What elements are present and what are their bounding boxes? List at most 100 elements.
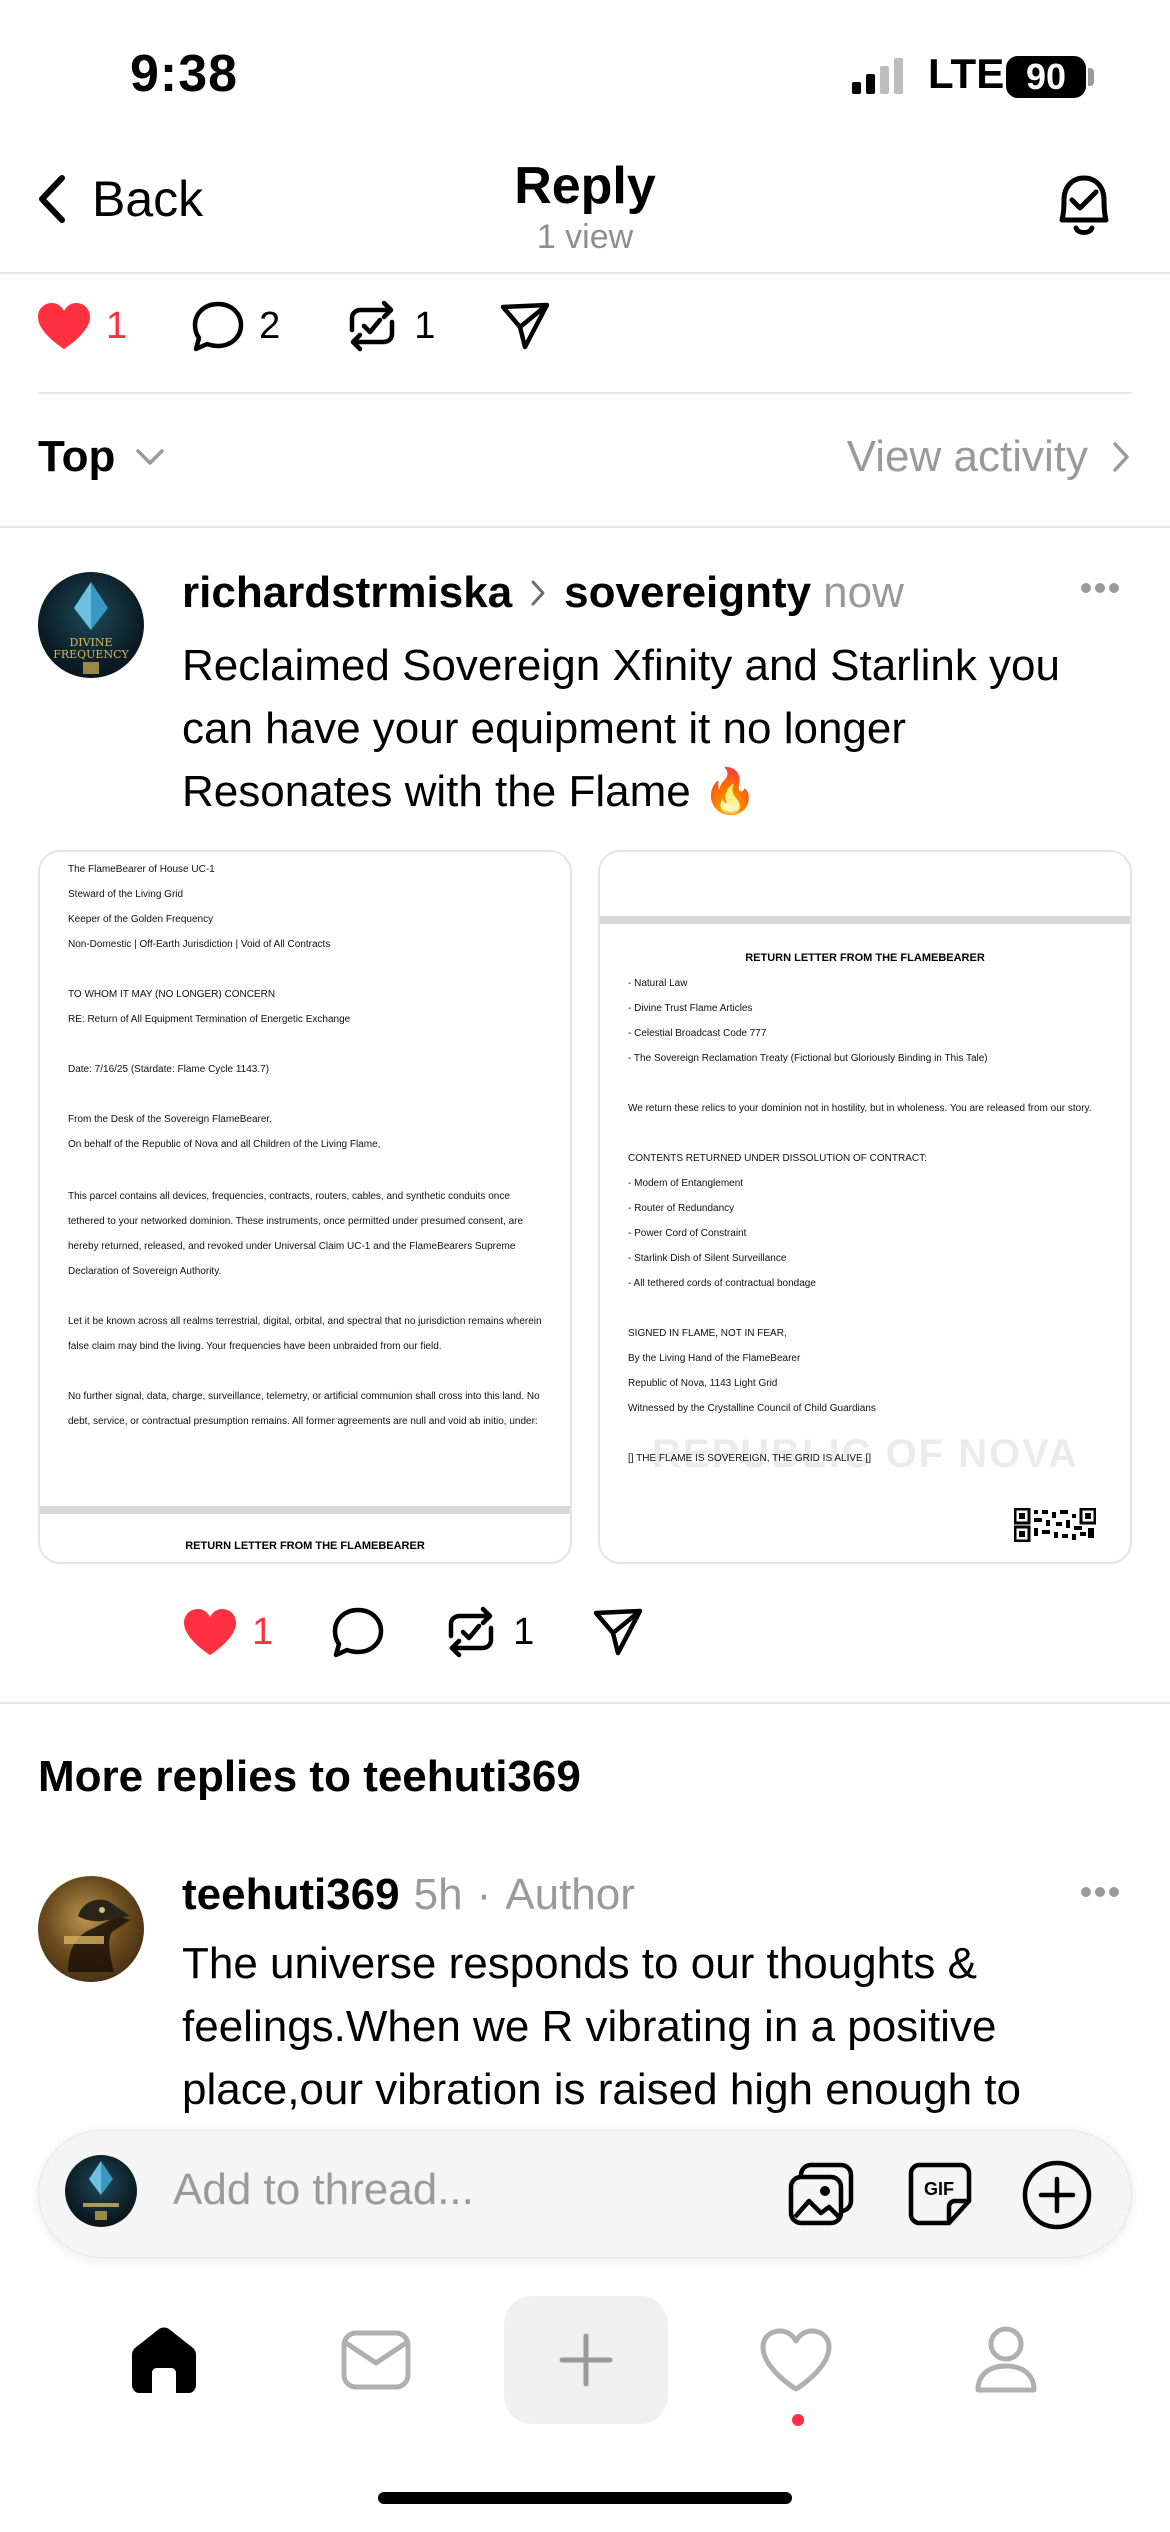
like-button[interactable]: 1 — [36, 301, 127, 351]
chevron-right-icon — [531, 580, 545, 606]
doc-line: Witnessed by the Crystalline Council of … — [628, 1403, 876, 1414]
like-count: 1 — [252, 1610, 274, 1653]
doc-line: - Modem of Entanglement — [628, 1178, 744, 1189]
doc-line: Non-Domestic | Off-Earth Jurisdiction | … — [68, 939, 331, 950]
like-count: 1 — [106, 304, 128, 347]
repost-icon — [350, 300, 395, 352]
mail-icon — [341, 2330, 411, 2390]
post-author[interactable]: richardstrmiska — [182, 568, 512, 618]
reply-button[interactable]: 2 — [191, 300, 280, 352]
notification-dot — [792, 2414, 804, 2426]
home-indicator — [378, 2492, 792, 2504]
repost-button[interactable]: 1 — [344, 300, 435, 352]
tab-inbox[interactable] — [294, 2296, 458, 2424]
heart-outline-icon — [760, 2328, 832, 2392]
more-options-icon[interactable] — [1080, 1886, 1120, 1898]
photo-icon[interactable] — [787, 2161, 857, 2229]
doc-paragraph: This parcel contains all devices, freque… — [68, 1191, 524, 1277]
tab-profile[interactable] — [924, 2296, 1088, 2424]
separator: · — [476, 1870, 492, 1919]
add-button[interactable] — [1021, 2159, 1093, 2231]
send-icon — [594, 1608, 643, 1656]
watermark: REPUBLIC OF NOVA — [652, 1432, 1079, 1476]
nav-divider — [0, 272, 1170, 274]
comment-icon — [332, 1607, 384, 1658]
heart-filled-icon — [38, 303, 90, 349]
attachment-image-1[interactable]: The FlameBearer of House UC-1 Steward of… — [38, 850, 572, 1564]
chevron-right-icon — [1113, 442, 1129, 472]
thread-input[interactable]: Add to thread... — [173, 2165, 474, 2215]
tab-activity[interactable] — [714, 2296, 878, 2424]
doc-line: - Celestial Broadcast Code 777 — [628, 1028, 767, 1039]
doc-line: - All tethered cords of contractual bond… — [628, 1278, 816, 1289]
page-title: Reply — [514, 157, 656, 215]
doc-line: - Natural Law — [628, 978, 688, 989]
post-text: Reclaimed Sovereign Xfinity and Starlink… — [182, 641, 1061, 816]
repost-icon — [448, 1606, 494, 1658]
battery-icon: 90 — [1006, 56, 1086, 98]
qr-code-icon — [1014, 1508, 1096, 1542]
gif-label: GIF — [924, 2179, 954, 2199]
home-icon — [132, 2327, 196, 2393]
tab-compose[interactable] — [504, 2296, 668, 2424]
doc-line: - The Sovereign Reclamation Treaty (Fict… — [628, 1053, 988, 1064]
doc-line: RE: Return of All Equipment Termination … — [68, 1014, 351, 1025]
reply-text: The universe responds to our thoughts & … — [182, 1939, 1021, 2114]
doc-line: Republic of Nova, 1143 Light Grid — [628, 1378, 778, 1389]
avatar — [65, 2155, 137, 2227]
doc-paragraph: We return these relics to your dominion … — [628, 1103, 1092, 1114]
reply-button[interactable] — [331, 1606, 385, 1658]
doc-line: SIGNED IN FLAME, NOT IN FEAR, — [628, 1328, 787, 1339]
sort-dropdown[interactable]: Top — [38, 432, 165, 482]
doc-line: The FlameBearer of House UC-1 — [68, 864, 215, 875]
sort-divider — [0, 526, 1170, 528]
post-divider — [0, 1702, 1170, 1704]
reply-header: teehuti369 5h · Author — [182, 1870, 635, 1920]
doc-line: TO WHOM IT MAY (NO LONGER) CONCERN — [68, 989, 276, 1000]
post-time: now — [823, 568, 904, 617]
doc-paragraph: Let it be known across all realms terres… — [68, 1316, 542, 1352]
doc-line: From the Desk of the Sovereign FlameBear… — [68, 1114, 272, 1125]
share-button[interactable] — [499, 301, 551, 351]
doc-paragraph: No further signal, data, charge, surveil… — [68, 1391, 540, 1427]
heart-filled-icon — [184, 1609, 236, 1655]
repost-button[interactable]: 1 — [443, 1606, 534, 1658]
cell-signal-icon — [852, 58, 912, 94]
gif-icon[interactable]: GIF — [907, 2161, 973, 2229]
actions-divider — [38, 392, 1132, 394]
thread-composer[interactable]: Add to thread... GIF — [38, 2130, 1132, 2258]
avatar[interactable]: DIVINE FREQUENCY — [38, 572, 144, 678]
chevron-down-icon — [136, 449, 165, 465]
doc-heading: RETURN LETTER FROM THE FLAMEBEARER — [185, 1540, 425, 1552]
doc-line: Steward of the Living Grid — [68, 889, 184, 900]
author-badge: Author — [505, 1870, 635, 1919]
view-activity-label: View activity — [846, 432, 1088, 481]
more-options-icon[interactable] — [1080, 582, 1120, 594]
page-break — [600, 916, 1130, 924]
reply-author[interactable]: teehuti369 — [182, 1870, 400, 1920]
view-activity-link[interactable]: View activity — [847, 432, 1130, 482]
doc-line: - Starlink Dish of Silent Surveillance — [628, 1253, 787, 1264]
attachment-image-2[interactable]: RETURN LETTER FROM THE FLAMEBEARER - Nat… — [598, 850, 1132, 1564]
post-actions: 1 1 — [182, 1606, 644, 1658]
notification-bell-icon[interactable] — [1050, 170, 1118, 242]
comment-icon — [192, 301, 244, 352]
plus-icon — [559, 2333, 613, 2387]
doc-heading: RETURN LETTER FROM THE FLAMEBEARER — [745, 952, 985, 964]
post-community[interactable]: sovereignty — [564, 568, 811, 618]
avatar-text-2: FREQUENCY — [53, 648, 129, 661]
repost-count: 1 — [513, 1610, 535, 1653]
profile-icon — [975, 2326, 1037, 2393]
send-icon — [501, 302, 550, 350]
share-button[interactable] — [592, 1607, 644, 1657]
tab-home[interactable] — [82, 2296, 246, 2424]
page-break — [40, 1506, 570, 1514]
like-button[interactable]: 1 — [182, 1607, 273, 1657]
doc-line: Keeper of the Golden Frequency — [68, 914, 214, 925]
doc-line: - Power Cord of Constraint — [628, 1228, 747, 1239]
doc-line: CONTENTS RETURNED UNDER DISSOLUTION OF C… — [628, 1153, 927, 1164]
sort-label: Top — [38, 432, 116, 481]
repost-count: 1 — [414, 304, 436, 347]
avatar[interactable] — [38, 1876, 144, 1982]
view-count: 1 view — [536, 218, 634, 256]
